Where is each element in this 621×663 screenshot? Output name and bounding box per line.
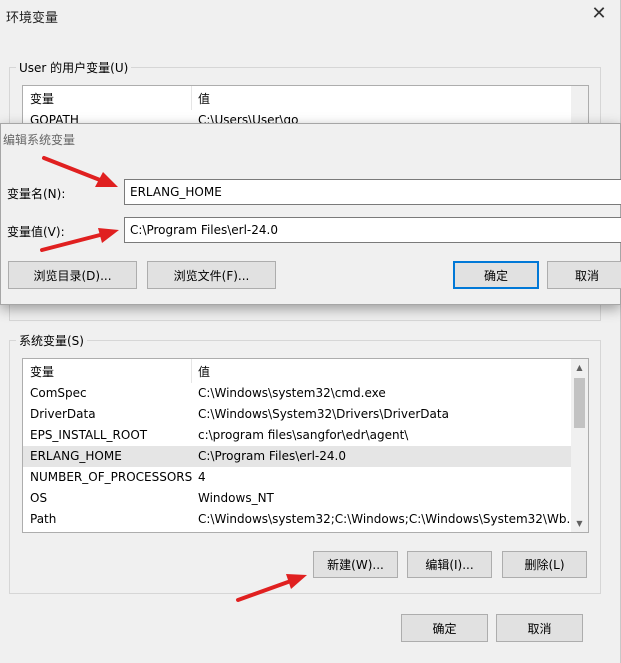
dialog-cancel-button[interactable]: 取消 <box>547 261 621 289</box>
variable-value: Windows_NT <box>198 491 274 505</box>
variable-name: ComSpec <box>30 386 87 400</box>
edit-system-variable-dialog: 编辑系统变量 变量名(N): ERLANG_HOME 变量值(V): C:\Pr… <box>0 123 621 305</box>
variable-value-label: 变量值(V): <box>7 225 65 239</box>
system-variables-list[interactable]: 变量 值 ComSpec C:\Windows\system32\cmd.exe… <box>22 358 589 533</box>
user-variables-label: User 的用户变量(U) <box>19 61 129 75</box>
variable-name: DriverData <box>30 407 96 421</box>
scroll-down-icon[interactable]: ▼ <box>571 515 588 532</box>
browse-file-button[interactable]: 浏览文件(F)... <box>147 261 276 289</box>
header-value[interactable]: 值 <box>198 363 210 380</box>
list-header: 变量 值 <box>23 359 588 383</box>
table-row[interactable]: ComSpec C:\Windows\system32\cmd.exe <box>23 383 588 404</box>
header-value[interactable]: 值 <box>198 90 210 107</box>
dialog-title: 编辑系统变量 <box>3 133 76 147</box>
system-list-scrollbar[interactable]: ▲ ▼ <box>571 359 588 532</box>
close-icon[interactable]: ✕ <box>588 3 610 25</box>
browse-directory-button[interactable]: 浏览目录(D)... <box>8 261 137 289</box>
window-title: 环境变量 <box>6 11 59 26</box>
system-variables-label: 系统变量(S) <box>19 334 84 348</box>
delete-variable-button[interactable]: 删除(L) <box>502 551 587 578</box>
variable-name-input[interactable]: ERLANG_HOME <box>124 179 621 205</box>
variable-value: 4 <box>198 470 206 484</box>
column-divider[interactable] <box>191 86 192 110</box>
variable-name: Path <box>30 512 57 526</box>
dialog-ok-button[interactable]: 确定 <box>453 261 539 289</box>
variable-name-label: 变量名(N): <box>7 187 66 201</box>
table-row[interactable]: Path C:\Windows\system32;C:\Windows;C:\W… <box>23 509 588 530</box>
environment-variables-window: 环境变量 ✕ User 的用户变量(U) 变量 值 GOPATH C:\User… <box>0 0 621 663</box>
variable-name: OS <box>30 491 48 505</box>
new-variable-button[interactable]: 新建(W)... <box>313 551 398 578</box>
scroll-thumb[interactable] <box>574 378 585 428</box>
column-divider[interactable] <box>191 359 192 383</box>
header-variable[interactable]: 变量 <box>30 363 54 380</box>
variable-name: ERLANG_HOME <box>30 449 122 463</box>
cancel-button[interactable]: 取消 <box>496 614 583 642</box>
header-variable[interactable]: 变量 <box>30 90 54 107</box>
variable-value: C:\Windows\system32\cmd.exe <box>198 386 386 400</box>
table-row[interactable]: OS Windows_NT <box>23 488 588 509</box>
variable-value: c:\program files\sangfor\edr\agent\ <box>198 428 409 442</box>
table-row[interactable]: NUMBER_OF_PROCESSORS 4 <box>23 467 588 488</box>
table-row[interactable]: EPS_INSTALL_ROOT c:\program files\sangfo… <box>23 425 588 446</box>
ok-button[interactable]: 确定 <box>401 614 488 642</box>
variable-name: NUMBER_OF_PROCESSORS <box>30 470 193 484</box>
edit-variable-button[interactable]: 编辑(I)... <box>407 551 492 578</box>
variable-value: C:\Windows\system32;C:\Windows;C:\Window… <box>198 512 578 526</box>
variable-value-input[interactable]: C:\Program Files\erl-24.0 <box>124 217 621 243</box>
table-row[interactable]: DriverData C:\Windows\System32\Drivers\D… <box>23 404 588 425</box>
table-row-selected[interactable]: ERLANG_HOME C:\Program Files\erl-24.0 <box>23 446 588 467</box>
variable-value: C:\Windows\System32\Drivers\DriverData <box>198 407 449 421</box>
list-header: 变量 值 <box>23 86 588 110</box>
variable-value: C:\Program Files\erl-24.0 <box>198 449 346 463</box>
scroll-up-icon[interactable]: ▲ <box>571 359 588 376</box>
variable-name: EPS_INSTALL_ROOT <box>30 428 148 442</box>
